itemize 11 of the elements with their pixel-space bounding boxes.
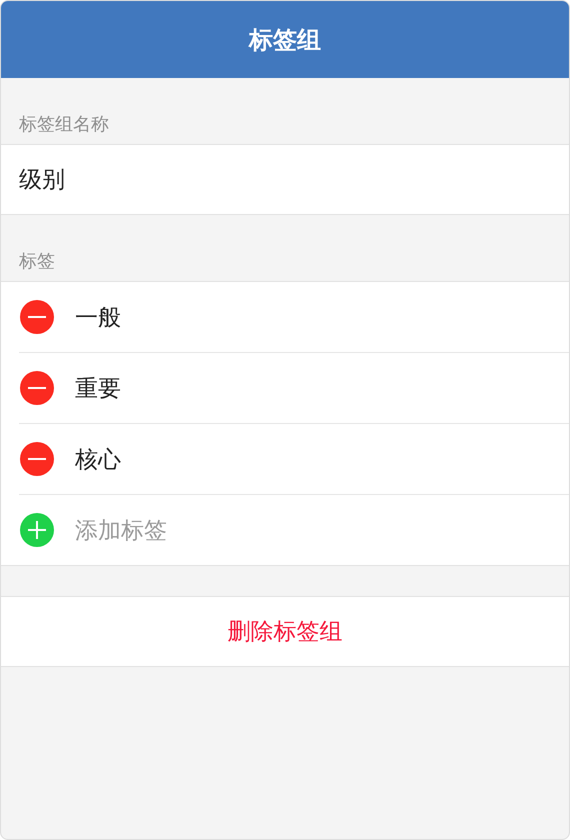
remove-icon[interactable] xyxy=(19,370,55,406)
remove-icon[interactable] xyxy=(19,441,55,477)
tag-label: 一般 xyxy=(75,304,121,332)
tag-label: 重要 xyxy=(75,374,121,404)
remove-icon[interactable] xyxy=(19,299,55,335)
section-label: 标签 xyxy=(18,250,56,274)
add-tag-label: 添加标签 xyxy=(75,516,167,546)
screen-title: 标签组 xyxy=(249,24,321,56)
add-icon[interactable] xyxy=(19,512,55,548)
section-label: 标签组名称 xyxy=(18,113,110,137)
tag-label: 核心 xyxy=(75,446,121,474)
